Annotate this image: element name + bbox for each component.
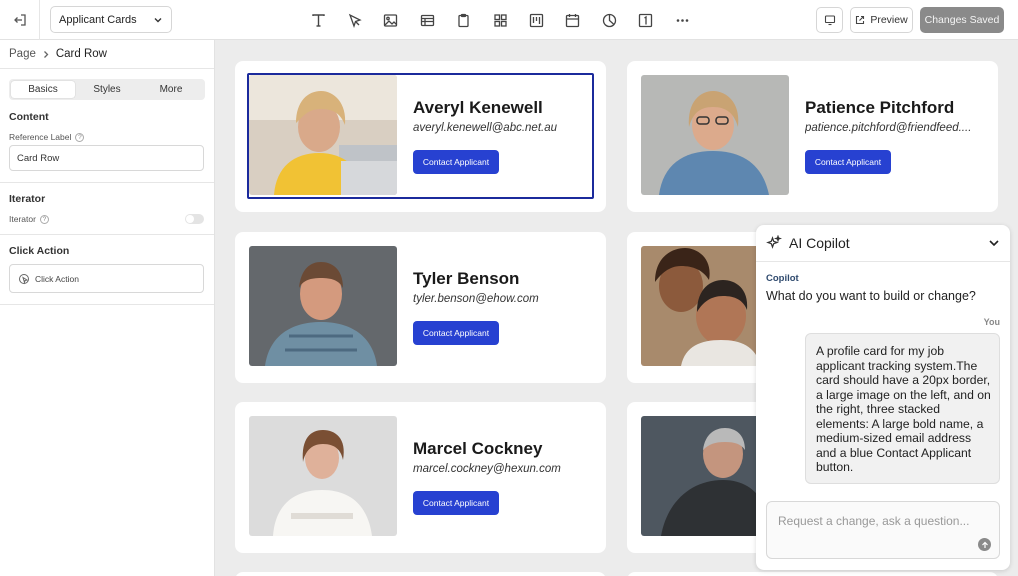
clipboard-tool-icon[interactable] (446, 0, 482, 40)
applicant-email: marcel.cockney@hexun.com (413, 463, 561, 475)
arrow-up-icon (981, 541, 988, 548)
copilot-sender-label: Copilot (766, 273, 799, 284)
copilot-question: What do you want to build or change? (766, 289, 976, 303)
iterator-label: Iterator (9, 214, 36, 224)
help-icon[interactable]: ? (39, 214, 49, 224)
contact-applicant-button[interactable]: Contact Applicant (805, 150, 891, 174)
applicant-photo (249, 75, 397, 195)
applicant-card[interactable]: Averyl Kenewell averyl.kenewell@abc.net.… (235, 61, 606, 212)
number-tool-icon[interactable] (628, 0, 664, 40)
select-tool-icon[interactable] (336, 0, 372, 40)
top-toolbar: Applicant Cards Preview Changes Saved (0, 0, 1018, 40)
reference-label-input[interactable]: Card Row (9, 145, 204, 171)
properties-sidebar: Page Card Row Basics Styles More Content… (0, 40, 215, 576)
image-tool-icon[interactable] (373, 0, 409, 40)
applicant-name: Averyl Kenewell (413, 98, 543, 117)
click-action-label: Click Action (35, 273, 79, 284)
iterator-section-title: Iterator (9, 193, 46, 205)
contact-applicant-button[interactable]: Contact Applicant (413, 491, 499, 515)
applicant-photo (641, 75, 789, 195)
iterator-toggle[interactable] (185, 214, 204, 224)
applicant-card[interactable] (235, 572, 606, 576)
more-icon[interactable] (664, 0, 700, 40)
applicant-email: patience.pitchford@friendfeed.... (805, 122, 972, 134)
click-action-button[interactable]: Click Action (9, 264, 204, 293)
user-sender-label: You (983, 317, 1000, 327)
chevron-down-icon (153, 15, 163, 25)
applicant-photo (249, 416, 397, 536)
breadcrumb-page[interactable]: Page (9, 48, 36, 60)
changes-saved-button[interactable]: Changes Saved (920, 7, 1004, 33)
tab-styles[interactable]: Styles (75, 81, 139, 98)
exit-icon (13, 14, 26, 26)
tab-more[interactable]: More (139, 81, 203, 98)
insert-tools (300, 0, 700, 40)
applicant-card[interactable]: Tyler Benson tyler.benson@ehow.com Conta… (235, 232, 606, 383)
divider (0, 304, 214, 305)
applicant-photo (249, 246, 397, 366)
device-preview-button[interactable] (816, 7, 843, 33)
applicant-email: averyl.kenewell@abc.net.au (413, 122, 558, 134)
preview-label: Preview (870, 14, 908, 26)
page-select-value: Applicant Cards (59, 13, 137, 26)
calendar-tool-icon[interactable] (555, 0, 591, 40)
send-button[interactable] (978, 538, 991, 551)
contact-applicant-button[interactable]: Contact Applicant (413, 321, 499, 345)
page-select[interactable]: Applicant Cards (50, 6, 172, 33)
sparkle-icon (766, 235, 782, 249)
click-action-icon (19, 273, 29, 284)
copilot-input-placeholder: Request a change, ask a question... (778, 514, 970, 528)
copilot-input[interactable]: Request a change, ask a question... (766, 501, 1000, 559)
copilot-title: AI Copilot (789, 235, 850, 251)
property-tabs: Basics Styles More (9, 79, 205, 100)
table-tool-icon[interactable] (409, 0, 445, 40)
breadcrumb-current: Card Row (55, 48, 107, 60)
reference-label-row: Reference Label ? (0, 132, 214, 142)
ai-copilot-panel: AI Copilot Copilot What do you want to b… (756, 225, 1010, 570)
exit-button[interactable] (0, 0, 40, 40)
user-message-bubble: A profile card for my job applicant trac… (805, 333, 1000, 484)
preview-button[interactable]: Preview (850, 7, 913, 33)
applicant-card[interactable] (627, 572, 998, 576)
monitor-icon (824, 15, 835, 26)
applicant-name: Patience Pitchford (805, 98, 955, 117)
contact-applicant-button[interactable]: Contact Applicant (413, 150, 499, 174)
reference-label: Reference Label (9, 132, 72, 142)
divider (0, 234, 214, 235)
click-action-section-title: Click Action (9, 245, 70, 257)
chevron-right-icon (43, 50, 49, 58)
external-link-icon (856, 15, 865, 25)
applicant-name: Tyler Benson (413, 269, 520, 288)
help-icon[interactable]: ? (75, 132, 85, 142)
applicant-card[interactable]: Marcel Cockney marcel.cockney@hexun.com … (235, 402, 606, 553)
text-tool-icon[interactable] (300, 0, 336, 40)
kanban-tool-icon[interactable] (518, 0, 554, 40)
applicant-name: Marcel Cockney (413, 439, 543, 458)
iterator-row: Iterator ? (0, 214, 214, 224)
collapse-chevron-icon[interactable] (988, 237, 1000, 249)
chart-tool-icon[interactable] (591, 0, 627, 40)
breadcrumb: Page Card Row (0, 40, 214, 69)
copilot-header: AI Copilot (756, 225, 1010, 262)
applicant-card[interactable]: Patience Pitchford patience.pitchford@fr… (627, 61, 998, 212)
applicant-email: tyler.benson@ehow.com (413, 293, 539, 305)
grid-tool-icon[interactable] (482, 0, 518, 40)
tab-basics[interactable]: Basics (11, 81, 75, 98)
content-section-title: Content (9, 111, 49, 123)
divider (0, 182, 214, 183)
